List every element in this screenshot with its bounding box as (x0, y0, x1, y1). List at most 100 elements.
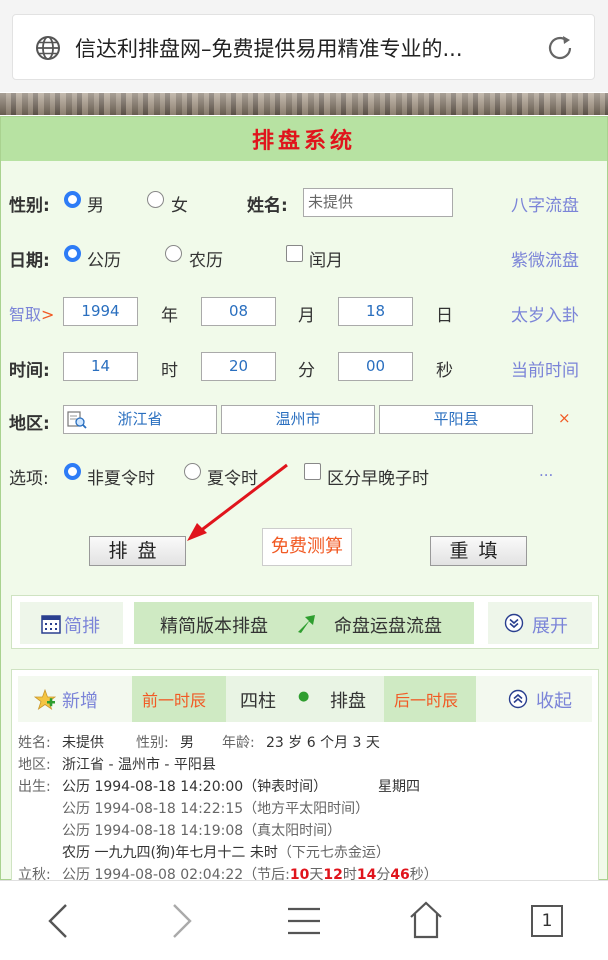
city-select[interactable]: 温州市 (221, 405, 375, 434)
collapse-button[interactable]: 收起 (488, 676, 592, 722)
paipan-label: 排盘 (330, 691, 366, 712)
date-label: 日期: (9, 251, 50, 271)
no-dst-label: 非夏令时 (87, 469, 155, 489)
paipan-panel: 排盘系统 性别: 男 女 姓名: 未提供 八字流盘 日期: 公历 农历 闰月 紫… (0, 116, 608, 883)
home-icon[interactable] (408, 901, 444, 939)
province-select[interactable]: 浙江省 (63, 405, 217, 434)
reset-button[interactable]: 重填 (430, 536, 527, 566)
hour-unit: 时 (161, 361, 178, 381)
month-input[interactable]: 08 (201, 297, 276, 326)
male-label: 男 (87, 196, 104, 216)
ymd-row: 智取> 1994 年 08 月 18 日 太岁入卦 (1, 291, 607, 331)
leap-month-checkbox[interactable] (286, 245, 303, 262)
province-value: 浙江省 (117, 410, 163, 428)
region-value: 浙江省 - 温州市 - 平阳县 (62, 757, 216, 773)
region-label: 地区: (9, 414, 50, 434)
lunar-radio[interactable] (165, 245, 182, 262)
lunar-label: 农历 (189, 251, 223, 271)
year-input[interactable]: 1994 (63, 297, 138, 326)
birth-clock-time: 公历 1994-08-18 14:20:00（钟表时间） (62, 779, 328, 795)
no-dst-radio[interactable] (64, 463, 81, 480)
county-select[interactable]: 平阳县 (379, 405, 533, 434)
collapse-label: 收起 (536, 691, 572, 712)
age-key: 年龄: (222, 735, 255, 751)
lite-fate-segment[interactable]: 精简版本排盘 命盘运盘流盘 (134, 602, 474, 644)
time-label: 时间: (9, 361, 50, 381)
second-input[interactable]: 00 (338, 352, 413, 381)
day-input[interactable]: 18 (338, 297, 413, 326)
chevron-double-up-icon (508, 689, 528, 709)
time-row: 时间: 14 时 20 分 00 秒 当前时间 (1, 346, 607, 386)
birth-true-solar-time: 公历 1994-08-18 14:19:08（真太阳时间） (62, 823, 342, 839)
lunar-date-line: 农历 一九九四(狗)年七月十二 未时（下元七赤金运） (62, 845, 390, 861)
minute-input[interactable]: 20 (201, 352, 276, 381)
zi-hour-checkbox[interactable] (304, 463, 321, 480)
region-key: 地区: (18, 757, 51, 773)
name-key: 姓名: (18, 735, 51, 751)
globe-icon (36, 36, 60, 60)
second-unit: 秒 (436, 361, 453, 381)
gender-value: 男 (180, 735, 194, 751)
solar-label: 公历 (87, 251, 121, 271)
female-radio[interactable] (147, 191, 164, 208)
options-row: 选项: 非夏令时 夏令时 区分早晚子时 ... (1, 456, 607, 496)
zi-hour-label: 区分早晚子时 (327, 469, 429, 489)
solar-radio[interactable] (64, 245, 81, 262)
toolbar-secondary: 新增 前一时辰 四柱 ● 排盘 后一时辰 收起 (18, 676, 592, 722)
simple-button[interactable]: 简排 (20, 602, 123, 644)
green-arrow-icon (298, 615, 315, 633)
browser-address-area: 信达利排盘网–免费提供易用精准专业的... (0, 0, 608, 92)
smart-fetch-link[interactable]: 智取> (9, 301, 54, 325)
fate-flow-label: 命盘运盘流盘 (334, 616, 442, 637)
weekday: 星期四 (378, 779, 420, 795)
forward-icon[interactable] (168, 903, 194, 939)
chevron-double-down-icon (504, 613, 524, 633)
add-button[interactable]: 新增 (18, 676, 122, 722)
leap-month-label: 闰月 (309, 251, 343, 271)
date-row: 日期: 公历 农历 闰月 紫微流盘 (1, 236, 607, 276)
birth-mean-solar-time: 公历 1994-08-18 14:22:15（地方平太阳时间） (62, 801, 370, 817)
birth-key: 出生: (18, 779, 51, 795)
menu-icon[interactable] (286, 905, 322, 937)
result-box: 新增 前一时辰 四柱 ● 排盘 后一时辰 收起 姓名: 未提供 性别: 男 年龄… (11, 669, 599, 883)
prev-shichen-button[interactable]: 前一时辰 (132, 676, 226, 722)
link-taisui[interactable]: 太岁入卦 (511, 301, 579, 326)
paipan-button[interactable]: 排盘 (89, 536, 186, 566)
male-radio[interactable] (64, 191, 81, 208)
location-search-icon (67, 411, 87, 429)
tab-count-button[interactable]: 1 (531, 905, 563, 937)
expand-label: 展开 (532, 616, 568, 637)
next-shichen-label: 后一时辰 (394, 691, 459, 710)
link-current-time[interactable]: 当前时间 (511, 356, 579, 381)
hour-input[interactable]: 14 (63, 352, 138, 381)
browser-bottom-nav: 1 (0, 880, 608, 960)
prev-shichen-label: 前一时辰 (142, 691, 207, 710)
reload-icon[interactable] (545, 33, 575, 63)
gender-key: 性别: (136, 735, 169, 751)
expand-button[interactable]: 展开 (488, 602, 592, 644)
panel-header: 排盘系统 (1, 117, 607, 161)
back-icon[interactable] (46, 903, 72, 939)
next-shichen-button[interactable]: 后一时辰 (384, 676, 476, 722)
link-ziwei-flow[interactable]: 紫微流盘 (511, 246, 579, 271)
four-pillars-segment[interactable]: 四柱 ● 排盘 (226, 676, 384, 722)
clear-region-button[interactable]: × (558, 409, 571, 427)
page-tab-title: 信达利排盘网–免费提供易用精准专业的... (75, 37, 463, 61)
four-pillars-label: 四柱 (240, 691, 276, 712)
link-bazi-flow[interactable]: 八字流盘 (511, 191, 579, 216)
lite-paipan-label: 精简版本排盘 (160, 616, 268, 637)
free-calc-button[interactable]: 免费测算 (262, 528, 352, 566)
more-options-link[interactable]: ... (539, 462, 553, 480)
address-bar[interactable]: 信达利排盘网–免费提供易用精准专业的... (12, 14, 595, 80)
gender-row: 性别: 男 女 姓名: 未提供 八字流盘 (1, 181, 607, 221)
name-value: 未提供 (62, 735, 104, 751)
name-input[interactable]: 未提供 (303, 188, 453, 217)
simple-label: 简排 (64, 616, 100, 637)
toolbar-primary: 简排 精简版本排盘 命盘运盘流盘 展开 (11, 595, 599, 649)
calendar-icon (41, 615, 61, 634)
gender-label: 性别: (9, 196, 50, 216)
minute-unit: 分 (298, 361, 315, 381)
month-unit: 月 (298, 306, 315, 326)
name-label: 姓名: (247, 196, 288, 216)
options-label: 选项: (9, 469, 49, 489)
